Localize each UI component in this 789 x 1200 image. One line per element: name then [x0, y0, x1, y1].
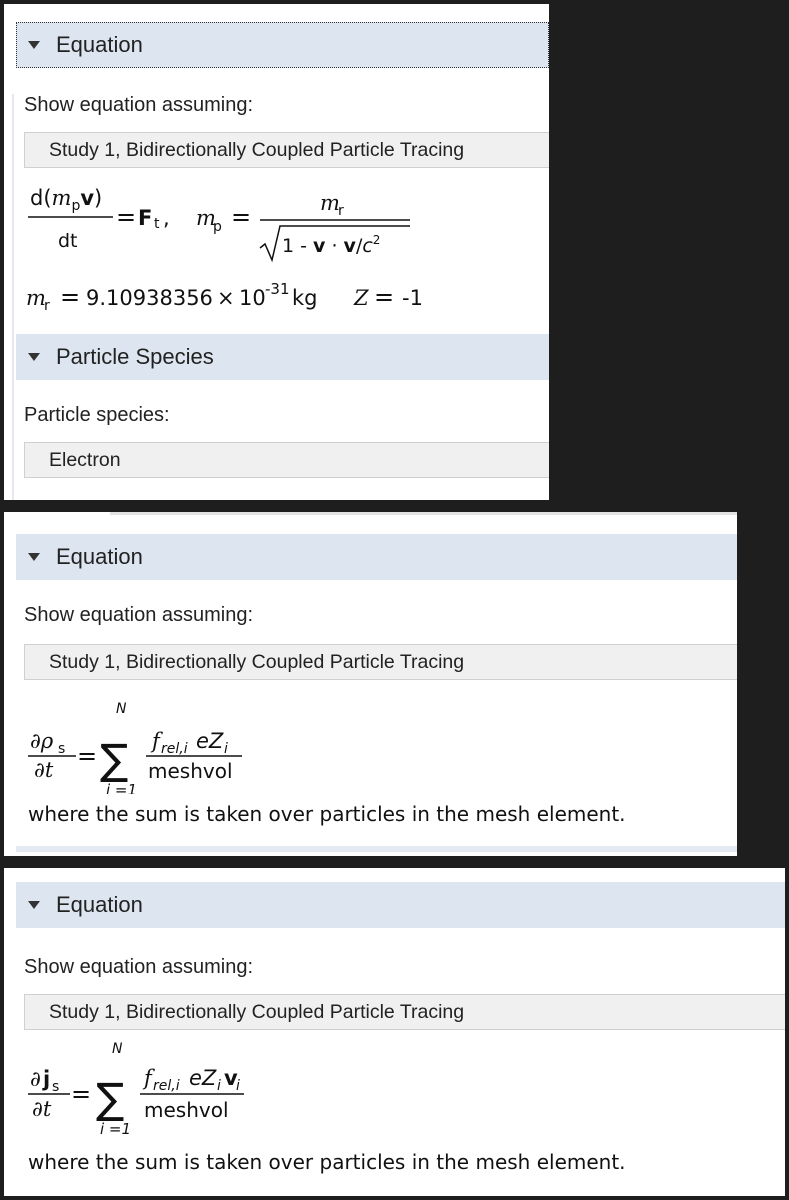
- study-select-value: Study 1, Bidirectionally Coupled Particl…: [49, 650, 465, 673]
- svg-text:j: j: [42, 1067, 50, 1091]
- particle-species-value: Electron: [49, 448, 121, 471]
- svg-text:=: =: [116, 203, 136, 231]
- section-title: Equation: [56, 892, 143, 917]
- particle-constants-svg: m r = 9.10938356 × 10 -31 kg Z = -1: [26, 280, 423, 314]
- current-density-equation: ∂ j s ∂t = N ∑ i =1 f rel,i eZ i v i mes…: [24, 1041, 324, 1146]
- svg-text:∂: ∂: [30, 1067, 41, 1091]
- svg-text:meshvol: meshvol: [144, 1098, 229, 1122]
- charge-density-equation: ∂ρ s ∂t = N ∑ i =1 f rel,i eZ i meshvol: [24, 694, 324, 799]
- svg-text:p: p: [213, 219, 222, 235]
- equation-panel-3: Equation Show equation assuming: Study 1…: [4, 868, 785, 1196]
- svg-text:i =1: i =1: [106, 781, 137, 794]
- study-select[interactable]: Study 1, Bidirectionally Coupled Particl…: [24, 644, 737, 680]
- study-select[interactable]: Study 1, Bidirectionally Coupled Particl…: [24, 994, 785, 1030]
- section-header-particle-species[interactable]: Particle Species: [16, 334, 549, 380]
- show-equation-label: Show equation assuming:: [24, 94, 254, 116]
- svg-text:i: i: [224, 741, 228, 757]
- svg-text:F: F: [138, 206, 152, 230]
- particle-species-label: Particle species:: [24, 404, 170, 426]
- equation-panel-1: Equation Show equation assuming: Study 1…: [4, 4, 549, 500]
- svg-text:s: s: [58, 741, 65, 757]
- svg-text:=: =: [77, 742, 97, 770]
- svg-text:-1: -1: [402, 286, 423, 310]
- svg-text:=: =: [374, 283, 394, 311]
- svg-text:,: ,: [163, 206, 170, 230]
- svg-text:dt: dt: [58, 230, 78, 252]
- svg-text:i: i: [217, 1078, 221, 1094]
- section-header-equation[interactable]: Equation: [16, 882, 785, 928]
- svg-text:∂t: ∂t: [34, 758, 54, 782]
- svg-text:∂t: ∂t: [32, 1097, 52, 1121]
- svg-text:meshvol: meshvol: [148, 759, 233, 783]
- svg-text:eZ: eZ: [196, 729, 224, 753]
- svg-text:-31: -31: [265, 280, 290, 298]
- svg-text:∑: ∑: [96, 1074, 124, 1123]
- svg-text:i =1: i =1: [100, 1120, 131, 1138]
- svg-text:10: 10: [239, 286, 266, 310]
- svg-text:×: ×: [217, 286, 235, 310]
- particle-constants: m r = 9.10938356 × 10 -31 kg Z = -1: [24, 276, 464, 320]
- panel-left-border: [12, 94, 14, 500]
- svg-text:kg: kg: [292, 286, 318, 310]
- panel-top-border: [110, 512, 737, 515]
- sum-description: where the sum is taken over particles in…: [28, 1150, 626, 1174]
- study-select-value: Study 1, Bidirectionally Coupled Particl…: [49, 1000, 465, 1023]
- svg-text:∂ρ: ∂ρ: [30, 729, 54, 753]
- show-equation-label: Show equation assuming:: [24, 956, 254, 978]
- svg-text:=: =: [60, 283, 80, 311]
- section-title: Equation: [56, 544, 143, 569]
- show-equation-label: Show equation assuming:: [24, 604, 254, 626]
- section-header-equation[interactable]: Equation: [16, 534, 737, 580]
- section-header-equation[interactable]: Equation: [16, 22, 549, 68]
- section-title: Equation: [56, 32, 143, 57]
- collapse-triangle-icon[interactable]: [28, 553, 40, 561]
- equation-panel-2: Equation Show equation assuming: Study 1…: [4, 512, 737, 856]
- svg-text:m: m: [320, 191, 340, 215]
- momentum-equation-svg: d(mpv) dt = F t , m p = m r 1 - v · v/c2: [28, 186, 410, 263]
- svg-text:∑: ∑: [100, 735, 128, 784]
- svg-text:9.10938356: 9.10938356: [86, 286, 213, 310]
- svg-text:N: N: [116, 701, 127, 717]
- momentum-equation: d(mpv) dt = F t , m p = m r 1 - v · v/c2: [24, 180, 444, 268]
- svg-text:rel,i: rel,i: [153, 1078, 180, 1094]
- collapse-triangle-icon[interactable]: [28, 901, 40, 909]
- study-select[interactable]: Study 1, Bidirectionally Coupled Particl…: [24, 132, 549, 168]
- current-density-equation-svg: ∂ j s ∂t = N ∑ i =1 f rel,i eZ i v i mes…: [28, 1041, 244, 1138]
- charge-density-equation-svg: ∂ρ s ∂t = N ∑ i =1 f rel,i eZ i meshvol: [28, 701, 242, 799]
- svg-text:eZ: eZ: [189, 1066, 217, 1090]
- panel-divider: [16, 846, 737, 852]
- svg-text:=: =: [231, 203, 251, 231]
- svg-text:d(mpv): d(mpv): [30, 186, 102, 214]
- collapse-triangle-icon[interactable]: [28, 41, 40, 49]
- section-title: Particle Species: [56, 344, 214, 369]
- svg-text:r: r: [338, 203, 344, 219]
- sum-description: where the sum is taken over particles in…: [28, 802, 626, 826]
- svg-text:1 - v · v/c2: 1 - v · v/c2: [282, 233, 380, 257]
- svg-text:t: t: [154, 216, 160, 232]
- svg-text:Z: Z: [353, 286, 369, 310]
- svg-text:rel,i: rel,i: [161, 741, 188, 757]
- svg-text:=: =: [71, 1080, 91, 1108]
- svg-text:s: s: [52, 1079, 59, 1095]
- svg-text:i: i: [236, 1078, 240, 1094]
- particle-species-select[interactable]: Electron: [24, 442, 549, 478]
- study-select-value: Study 1, Bidirectionally Coupled Particl…: [49, 138, 465, 161]
- svg-text:r: r: [44, 298, 50, 314]
- collapse-triangle-icon[interactable]: [28, 353, 40, 361]
- svg-text:N: N: [112, 1042, 123, 1057]
- svg-text:m: m: [26, 286, 46, 310]
